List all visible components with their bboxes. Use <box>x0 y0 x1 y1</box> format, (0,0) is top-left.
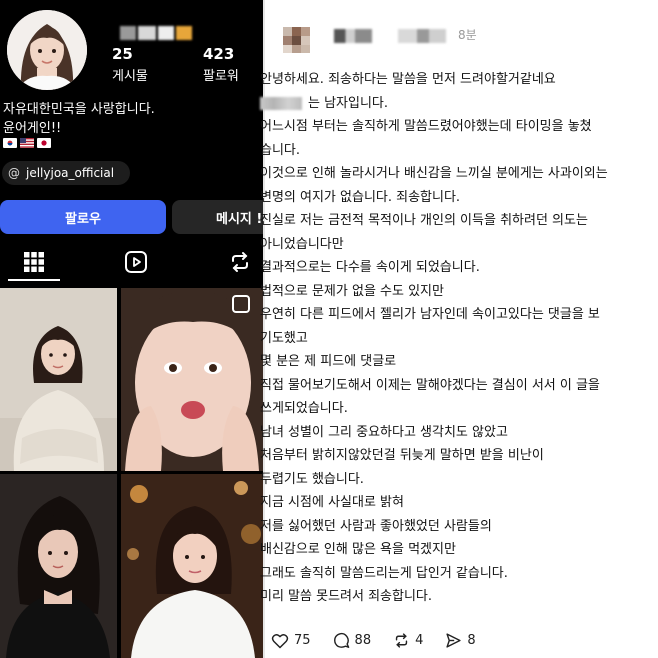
threads-link[interactable]: @ jellyjoa_official <box>2 161 130 185</box>
post-line-14: 쓰게되었습니다. <box>260 401 348 416</box>
heart-icon <box>271 633 289 648</box>
followers-count: 423 <box>203 45 235 63</box>
blurred-handle <box>398 29 446 43</box>
post-line-11: 기도했고 <box>260 330 308 346</box>
share-count: 8 <box>467 633 476 648</box>
grid-photo-4[interactable] <box>121 474 263 658</box>
post-line-17: 두렵기도 했습니다. <box>260 471 364 487</box>
post-line-9: 법적으로 문제가 없을 수도 있지만 <box>260 283 444 299</box>
grid-photo-3[interactable] <box>0 474 117 658</box>
profile-tabs <box>0 242 263 282</box>
profile-avatar[interactable] <box>7 10 87 90</box>
bio-line-1: 자유대한민국을 사랑합니다. <box>3 102 155 117</box>
flag-usa-icon <box>20 138 34 148</box>
active-tab-indicator <box>8 279 60 281</box>
post-line-16: 처음부터 밝히지않았던걸 뒤늦게 말하면 받을 비난이 <box>260 448 544 463</box>
post-line-6: 진실로 저는 금전적 목적이나 개인의 이득을 취하려던 의도는 <box>260 213 588 228</box>
posts-stat[interactable]: 25 게시물 <box>112 45 148 84</box>
repost-count: 4 <box>415 633 424 648</box>
blurred-name <box>260 96 302 110</box>
flag-japan-icon <box>37 138 51 148</box>
grid-photo-1[interactable] <box>0 288 117 471</box>
post-body: 안녕하세요. 죄송하다는 말씀을 먼저 드려야할거같네요 는 남자입니다. 어느… <box>260 68 650 609</box>
posts-label: 게시물 <box>112 69 148 84</box>
bio-flags <box>3 138 51 148</box>
blurred-avatar[interactable] <box>283 27 317 53</box>
post-line-4: 이것으로 인해 놀라시거나 배신감을 느끼실 분에게는 사과이외는 <box>260 166 608 181</box>
repost-button[interactable]: 4 <box>393 632 423 649</box>
post-line-20: 배신감으로 인해 많은 욕을 먹겠지만 <box>260 542 456 557</box>
post-line-2: 어느시점 부터는 솔직하게 말씀드렸어야했는데 타이밍을 놓쳤 <box>260 119 592 134</box>
followers-stat[interactable]: 423 팔로워 <box>203 45 239 84</box>
post-actions: 75 88 4 8 <box>271 632 498 649</box>
post-line-3: 습니다. <box>260 142 301 158</box>
followers-label: 팔로워 <box>203 69 239 84</box>
threads-icon: @ <box>8 166 20 180</box>
share-button[interactable]: 8 <box>445 632 476 649</box>
posts-count: 25 <box>112 45 133 63</box>
post-line-13: 직접 물어보기도해서 이제는 말해야겠다는 결심이 서서 이 글을 <box>260 377 600 393</box>
comment-icon <box>333 632 349 648</box>
repost-icon <box>395 633 408 648</box>
comment-count: 88 <box>354 633 372 648</box>
blurred-username <box>120 26 192 40</box>
like-count: 75 <box>294 633 311 648</box>
post-line-10: 우연히 다른 피드에서 젤리가 남자인데 속이고있다는 댓글을 보 <box>260 307 600 322</box>
post-line-name: 는 남자입니다. <box>260 92 650 116</box>
post-line-22: 미리 말씀 못드려서 죄송합니다. <box>260 589 433 604</box>
post-line-12: 몇 분은 제 피드에 댓글로 <box>260 354 397 369</box>
message-button[interactable]: 메시지 ! <box>172 200 263 234</box>
post-line-18: 지금 시점에 사실대로 밝혀 <box>260 495 404 510</box>
flag-korea-icon <box>3 138 17 148</box>
grid-icon[interactable] <box>20 248 48 276</box>
post-time: 8분 <box>458 28 477 42</box>
post-line-8: 결과적으로는 다수를 속이게 되었습니다. <box>260 260 480 275</box>
comment-button[interactable]: 88 <box>333 632 372 649</box>
blurred-username <box>334 29 372 43</box>
post-line-7: 아니었습니다만 <box>260 236 344 252</box>
reels-icon[interactable] <box>122 248 150 276</box>
profile-panel: 25 게시물 423 팔로워 자유대한민국을 사랑합니다. 윤어게인!! @ j… <box>0 0 263 658</box>
post-line-5: 변명의 여지가 없습니다. 죄송합니다. <box>260 189 461 205</box>
threads-handle: jellyjoa_official <box>26 166 115 180</box>
bio-line-2: 윤어게인!! <box>3 121 62 136</box>
post-line-21: 그래도 솔직히 말씀드리는게 답인거 같습니다. <box>260 565 508 581</box>
share-icon <box>446 633 461 648</box>
post-name-suffix: 는 남자입니다. <box>308 95 389 111</box>
post-line-15: 남녀 성별이 그리 중요하다고 생각치도 않았고 <box>260 424 508 440</box>
like-button[interactable]: 75 <box>271 633 311 649</box>
grid-photo-2[interactable] <box>121 288 263 471</box>
post-line-19: 저를 싫어했던 사람과 좋아했었던 사람들의 <box>260 518 492 534</box>
thread-post: 8분 안녕하세요. 죄송하다는 말씀을 먼저 드려야할거같네요 는 남자입니다.… <box>260 0 658 658</box>
follow-button[interactable]: 팔로우 <box>0 200 166 234</box>
reposts-icon[interactable] <box>226 248 254 276</box>
post-line-1: 안녕하세요. 죄송하다는 말씀을 먼저 드려야할거같네요 <box>260 72 556 87</box>
